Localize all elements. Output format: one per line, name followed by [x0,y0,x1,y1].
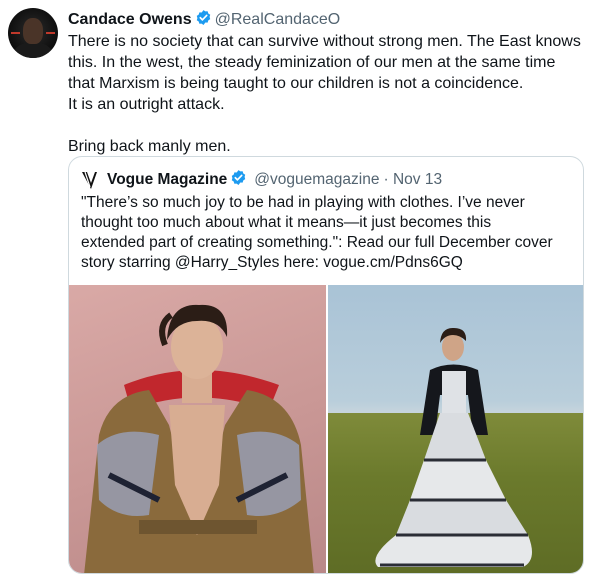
verified-badge-icon [230,169,247,191]
tweet-closing-line: Bring back manly men. [68,138,231,155]
quoted-author-name[interactable]: Vogue Magazine [107,171,227,189]
gown-illustration [375,327,532,567]
tweet-line: There is no society that can survive wit… [68,33,581,50]
quoted-tweet-card[interactable]: Vogue Magazine @voguemagazine · Nov 13 "… [68,156,584,574]
quoted-tweet-media [69,285,583,573]
cover-photo-field[interactable] [328,285,583,573]
author-avatar[interactable] [8,8,58,58]
quoted-tweet-line: "There’s so much joy to be had in playin… [81,194,525,211]
vogue-logo-icon [81,170,101,190]
quoted-tweet-body: "There’s so much joy to be had in playin… [81,193,575,273]
avatar-shoulders [14,42,52,58]
quoted-tweet-date[interactable]: · Nov 13 [383,171,442,189]
cover-photo-portrait[interactable] [69,285,326,573]
quoted-tweet-header: Vogue Magazine @voguemagazine · Nov 13 [81,169,442,191]
quoted-tweet-line: thought too much about what it means—it … [81,214,492,231]
tweet-line: this. In the west, the steady feminizati… [68,54,556,71]
portrait-illustration [84,304,314,573]
author-name[interactable]: Candace Owens [68,11,192,28]
tweet-header: Candace Owens @RealCandaceO [68,9,340,31]
quoted-tweet-line: story starring @Harry_Styles here: vogue… [81,254,463,271]
tweet-line: It is an outright attack. [68,96,225,113]
quoted-tweet-line: extended part of creating something.": R… [81,234,553,251]
avatar-accent-right [46,32,55,34]
verified-badge-icon [195,9,212,31]
avatar-face [23,18,43,44]
avatar-accent-left [11,32,20,34]
quoted-author-handle[interactable]: @voguemagazine [254,171,379,189]
tweet-line: that Marxism is being taught to our chil… [68,75,524,92]
author-handle[interactable]: @RealCandaceO [215,11,341,28]
tweet-body: There is no society that can survive wit… [68,31,588,157]
